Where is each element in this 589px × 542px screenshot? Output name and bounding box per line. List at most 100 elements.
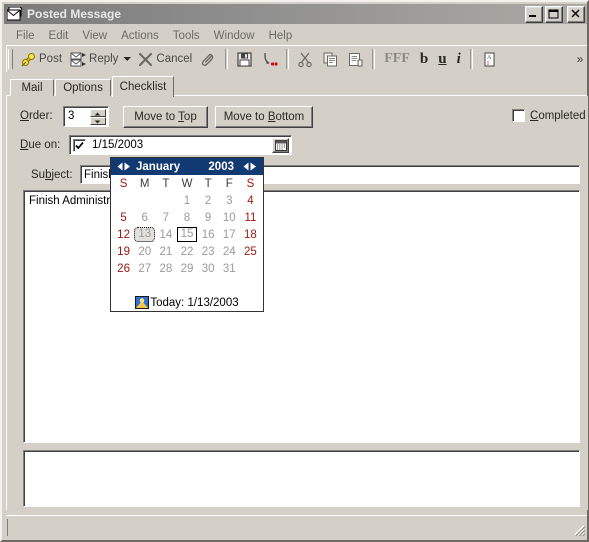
calendar-day-label: 5: [120, 211, 127, 224]
checklist-panel: Order: 3 Move to Top Move to Bottom Comp…: [6, 96, 588, 510]
calendar-day-27[interactable]: 27: [134, 260, 155, 277]
move-to-bottom-button[interactable]: Move to Bottom: [215, 106, 313, 128]
calendar-day-21[interactable]: 21: [155, 243, 176, 260]
menu-item-file[interactable]: File: [9, 28, 42, 44]
calendar-day-17[interactable]: 17: [219, 226, 240, 243]
date-picker-popup[interactable]: January 2003 S M T W T F S 1 2 3 4 5 6 7 8 9 10 11…: [110, 157, 264, 312]
calendar-day-8[interactable]: 8: [176, 209, 197, 226]
calendar-day-22[interactable]: 22: [176, 243, 197, 260]
calendar-day-3[interactable]: 3: [219, 192, 240, 209]
order-spin-up-button[interactable]: [90, 109, 106, 117]
menu-item-view[interactable]: View: [75, 28, 114, 44]
attachments-pane[interactable]: [23, 450, 580, 507]
reply-button[interactable]: Reply: [66, 48, 122, 71]
calendar-day-19[interactable]: 19: [113, 243, 134, 260]
toolbar-overflow-button[interactable]: »: [573, 48, 587, 71]
calendar-day-23[interactable]: 23: [198, 243, 219, 260]
menu-item-help[interactable]: Help: [262, 28, 300, 44]
font-button[interactable]: FFF: [379, 51, 415, 67]
calendar-day-18[interactable]: 18: [240, 226, 261, 243]
calendar-day-13[interactable]: 13: [134, 226, 156, 243]
toolbar-separator-4: [469, 49, 473, 69]
calendar-day-10[interactable]: 10: [219, 209, 240, 226]
completed-checkbox-group[interactable]: Completed: [512, 109, 586, 122]
calendar-day-5[interactable]: 5: [113, 209, 134, 226]
menu-item-window[interactable]: Window: [207, 28, 262, 44]
calendar-day-grid[interactable]: 1 2 3 4 5 6 7 8 9 10 11 12 13 14 15 16 17 18 19 20 21 22 23 24 2…: [113, 192, 261, 277]
tab-mail[interactable]: Mail: [10, 79, 54, 96]
calendar-day-label: 16: [201, 228, 215, 241]
message-body-editor[interactable]: Finish Administrative Paperwork: [23, 190, 580, 443]
calendar-day-6[interactable]: 6: [134, 209, 155, 226]
menu-item-tools[interactable]: Tools: [166, 28, 207, 44]
calendar-day-11[interactable]: 11: [240, 209, 261, 226]
svg-text:I: I: [487, 61, 489, 67]
calendar-day-30[interactable]: 30: [198, 260, 219, 277]
prev-arrows-icon[interactable]: [116, 162, 132, 171]
calendar-day-29[interactable]: 29: [176, 260, 197, 277]
order-spinner[interactable]: [90, 109, 106, 125]
menu-item-actions[interactable]: Actions: [114, 28, 166, 44]
calendar-day-31[interactable]: 31: [219, 260, 240, 277]
resize-grip-icon[interactable]: [572, 523, 586, 537]
calendar-day-25[interactable]: 25: [240, 243, 261, 260]
floppy-disk-icon: [236, 51, 253, 68]
calendar-day-label: 30: [201, 262, 215, 275]
calendar-day-label: 25: [244, 245, 257, 258]
status-bar: [6, 515, 587, 538]
calendar-day-14[interactable]: 14: [155, 226, 176, 243]
order-spin-down-button[interactable]: [90, 117, 106, 125]
due-on-calendar-button[interactable]: [272, 138, 289, 153]
calendar-month-label[interactable]: January: [136, 161, 180, 173]
order-input[interactable]: 3: [63, 106, 109, 127]
due-on-field[interactable]: 1/15/2003: [69, 135, 292, 155]
reply-icon: [70, 51, 87, 68]
copy-button[interactable]: [318, 48, 343, 71]
menu-item-edit[interactable]: Edit: [42, 28, 76, 44]
calendar-day-label: 14: [159, 228, 173, 241]
tab-options[interactable]: Options: [55, 79, 111, 96]
due-on-checkbox[interactable]: [73, 139, 86, 152]
check-names-button[interactable]: [257, 48, 282, 71]
calendar-day-label: 4: [247, 194, 254, 207]
calendar-day-28[interactable]: 28: [155, 260, 176, 277]
move-to-top-button[interactable]: Move to Top: [123, 106, 208, 128]
paste-button[interactable]: [343, 48, 368, 71]
day-header-fri: F: [225, 178, 233, 190]
underline-button[interactable]: u: [433, 51, 451, 68]
minimize-button[interactable]: [525, 5, 543, 23]
bold-button[interactable]: b: [415, 51, 433, 68]
calendar-day-20[interactable]: 20: [134, 243, 155, 260]
calendar-day-4[interactable]: 4: [240, 192, 261, 209]
calendar-day-7[interactable]: 7: [155, 209, 176, 226]
cancel-button[interactable]: Cancel: [133, 48, 196, 71]
reply-dropdown-arrow-icon[interactable]: [122, 48, 133, 71]
calendar-day-26[interactable]: 26: [113, 260, 134, 277]
calendar-day-1[interactable]: 1: [176, 192, 197, 209]
attach-file-button[interactable]: [196, 48, 221, 71]
cancel-label: Cancel: [156, 53, 193, 65]
paperclip-icon: [200, 51, 217, 68]
completed-checkbox[interactable]: [512, 109, 525, 122]
calendar-day-16[interactable]: 16: [198, 226, 219, 243]
maximize-button[interactable]: [545, 5, 563, 23]
calendar-day-2[interactable]: 2: [198, 192, 219, 209]
italic-button[interactable]: i: [452, 51, 466, 68]
day-header-sun: S: [119, 178, 128, 190]
title-bar[interactable]: Posted Message: [4, 4, 587, 24]
calendar-day-9[interactable]: 9: [198, 209, 219, 226]
calendar-today-footer[interactable]: Today: 1/13/2003: [111, 296, 263, 309]
cut-button[interactable]: [293, 48, 318, 71]
post-button[interactable]: Post: [16, 48, 66, 71]
toolbar-grip[interactable]: [8, 49, 13, 69]
tab-checklist[interactable]: Checklist: [112, 76, 174, 97]
day-header-mon: M: [139, 178, 150, 190]
calendar-day-12[interactable]: 12: [113, 226, 134, 243]
next-arrows-icon[interactable]: [242, 162, 258, 171]
calendar-day-24[interactable]: 24: [219, 243, 240, 260]
calendar-day-15[interactable]: 15: [176, 226, 198, 243]
save-button[interactable]: [232, 48, 257, 71]
spellcheck-button[interactable]: A I: [477, 48, 502, 71]
calendar-year-label[interactable]: 2003: [208, 161, 234, 173]
close-button[interactable]: [567, 5, 585, 23]
